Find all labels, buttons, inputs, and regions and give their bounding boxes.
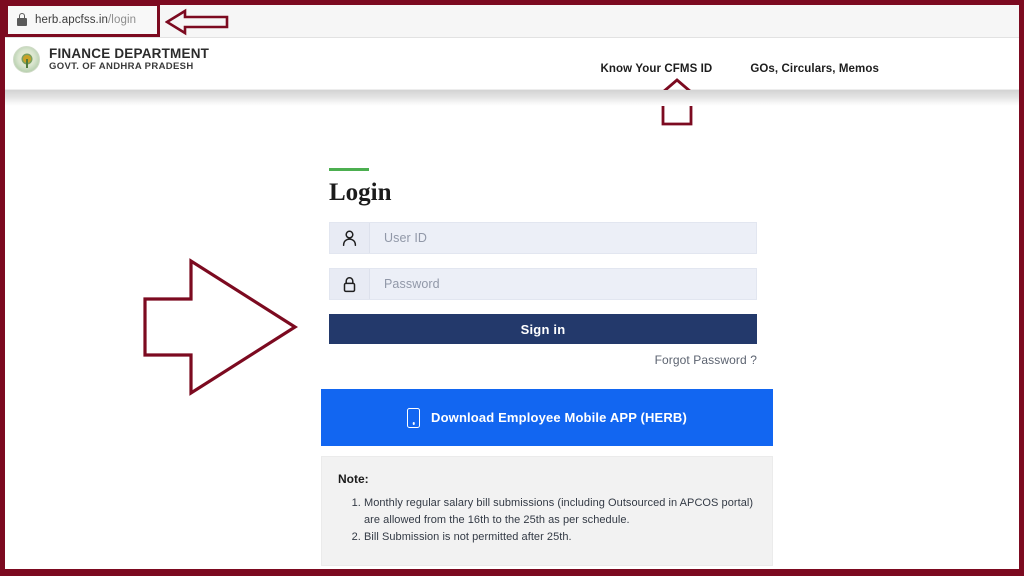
url-host: herb.apcfss.in [35, 13, 108, 26]
title-accent-bar [329, 168, 369, 171]
org-name: FINANCE DEPARTMENT [49, 46, 210, 61]
site-header: FINANCE DEPARTMENT GOVT. OF ANDHRA PRADE… [5, 38, 1019, 90]
nav-item-gos-circulars-memos[interactable]: GOs, Circulars, Memos [750, 63, 879, 75]
header-nav: Know Your CFMS ID GOs, Circulars, Memos [601, 63, 879, 75]
password-field[interactable]: Password [329, 268, 757, 300]
note-list: Monthly regular salary bill submissions … [338, 495, 756, 546]
screenshot-root: herb.apcfss.in/login FINANCE DEPARTMENT … [0, 0, 1024, 576]
user-id-field[interactable]: User ID [329, 222, 757, 254]
user-icon [330, 223, 370, 253]
list-item: Monthly regular salary bill submissions … [364, 495, 756, 528]
note-title: Note: [338, 472, 369, 486]
sign-in-button[interactable]: Sign in [329, 314, 757, 344]
url-field[interactable]: herb.apcfss.in/login [17, 13, 136, 26]
note-box: Note: Monthly regular salary bill submis… [321, 456, 773, 566]
login-panel: Login User ID Password Sign in Forgot Pa… [321, 168, 774, 566]
page-title: Login [329, 179, 392, 206]
password-placeholder[interactable]: Password [370, 269, 756, 299]
lock-icon [17, 13, 27, 26]
list-item: Bill Submission is not permitted after 2… [364, 529, 756, 546]
right-arrow-annotation [137, 257, 302, 397]
brand-text: FINANCE DEPARTMENT GOVT. OF ANDHRA PRADE… [49, 46, 209, 73]
user-id-placeholder[interactable]: User ID [370, 223, 756, 253]
download-mobile-app-button[interactable]: Download Employee Mobile APP (HERB) [321, 389, 773, 446]
nav-item-know-your-cfms-id[interactable]: Know Your CFMS ID [601, 63, 713, 75]
forgot-password-link[interactable]: Forgot Password ? [329, 353, 757, 367]
browser-url-bar: herb.apcfss.in/login [5, 3, 1019, 38]
org-subtitle: GOVT. OF ANDHRA PRADESH [49, 61, 194, 72]
url-text: herb.apcfss.in/login [35, 14, 136, 26]
url-path: /login [108, 13, 137, 26]
lock-icon [330, 269, 370, 299]
header-gradient-strip [5, 90, 1019, 106]
andhra-pradesh-emblem-icon [13, 46, 40, 73]
mobile-phone-icon [407, 407, 421, 428]
brand: FINANCE DEPARTMENT GOVT. OF ANDHRA PRADE… [13, 46, 209, 73]
download-button-label: Download Employee Mobile APP (HERB) [431, 410, 687, 425]
